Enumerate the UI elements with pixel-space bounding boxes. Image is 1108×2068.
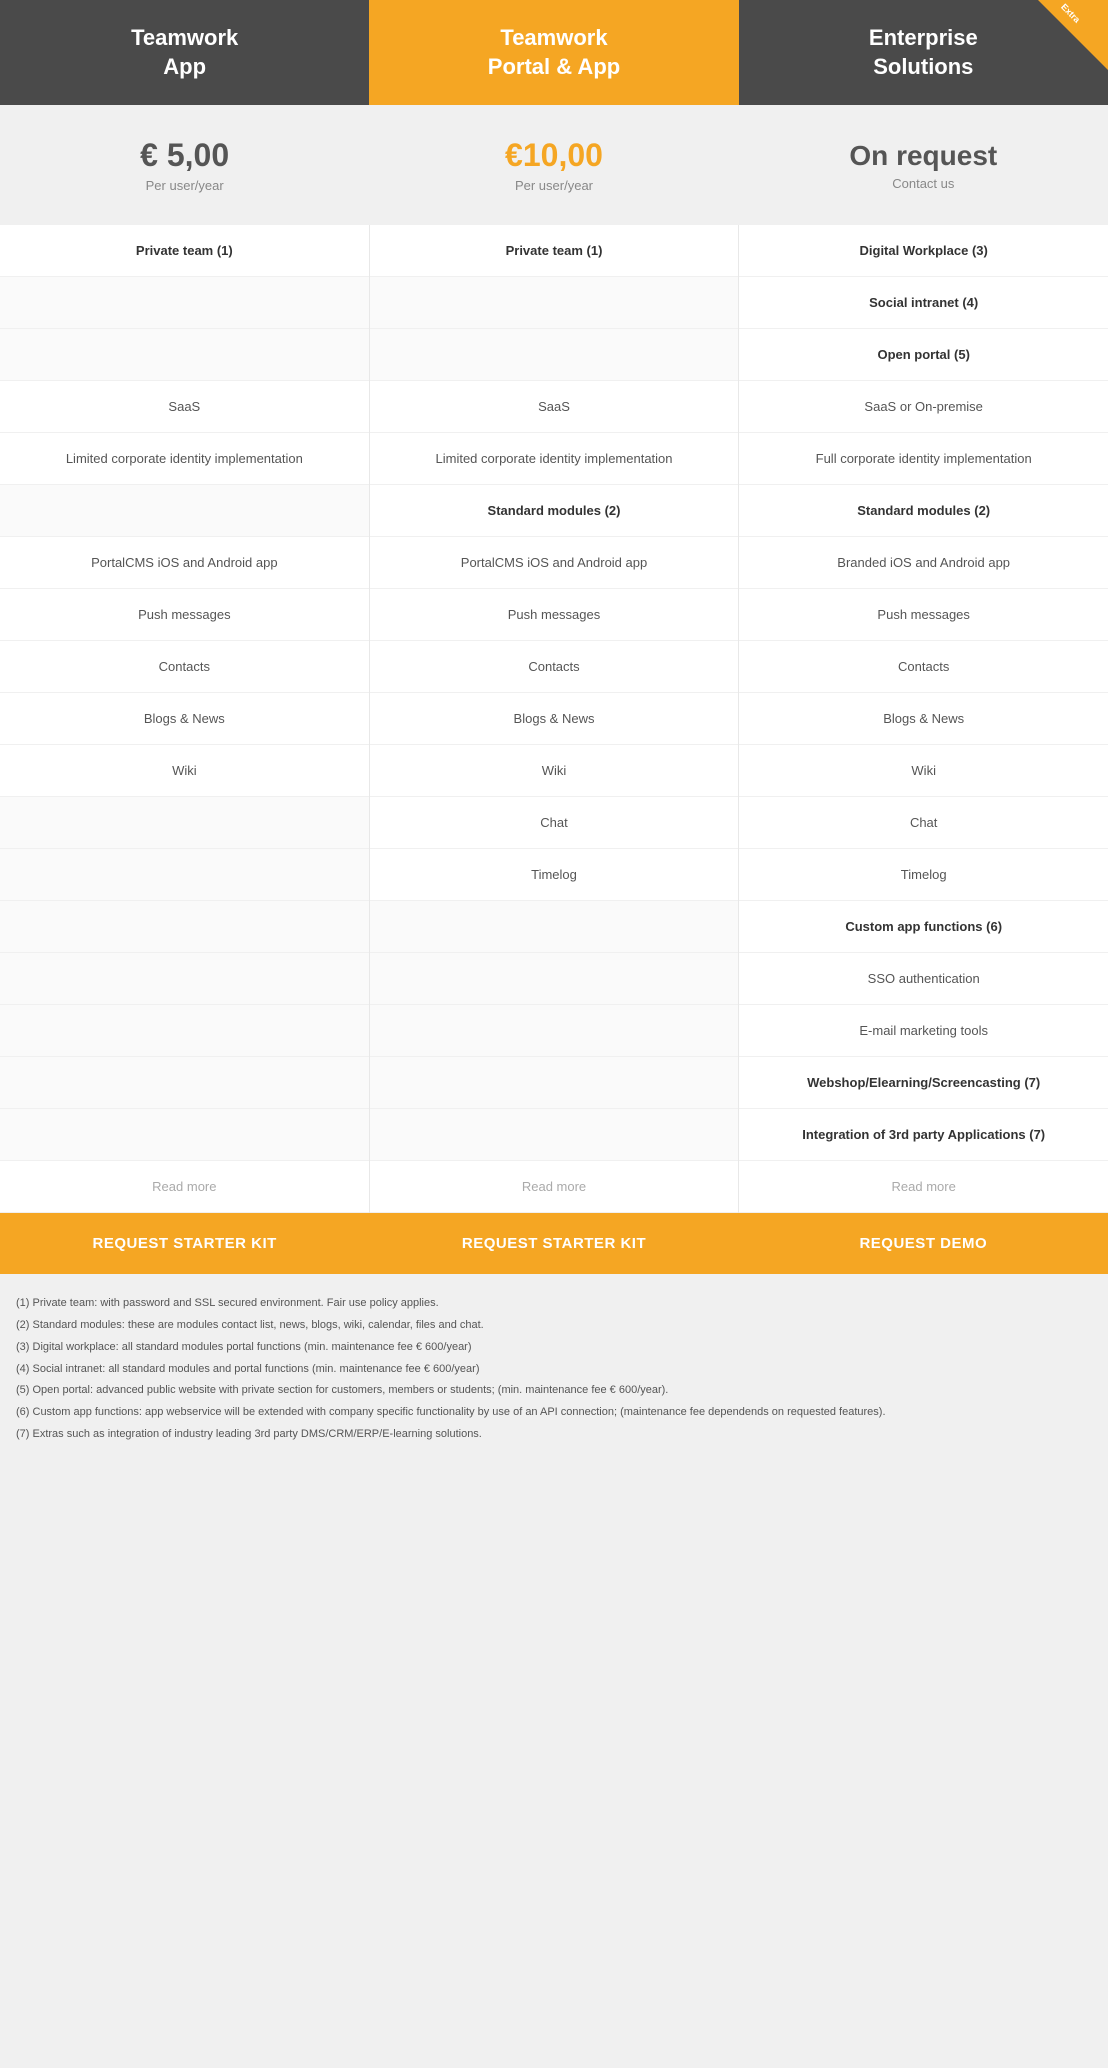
feature-row-empty [0, 797, 369, 849]
price-cell-1: € 5,00 Per user/year [0, 105, 369, 225]
header-enterprise-label: EnterpriseSolutions [869, 24, 978, 81]
footnotes: (1) Private team: with password and SSL … [0, 1274, 1108, 1467]
feature-row-empty [370, 953, 739, 1005]
feature-row-empty [370, 1057, 739, 1109]
feature-row-empty [0, 485, 369, 537]
price-row: € 5,00 Per user/year €10,00 Per user/yea… [0, 105, 1108, 225]
feature-row: Webshop/Elearning/Screencasting (7) [739, 1057, 1108, 1109]
feature-row: PortalCMS iOS and Android app [0, 537, 369, 589]
feature-row: Timelog [370, 849, 739, 901]
features-col-1: Private team (1) SaaS Limited corporate … [0, 225, 370, 1213]
header-portal-app-label: TeamworkPortal & App [488, 24, 620, 81]
footnote-4: (4) Social intranet: all standard module… [16, 1360, 1092, 1380]
header-teamwork-app-label: TeamworkApp [131, 24, 238, 81]
request-starter-kit-btn-2[interactable]: REQUEST STARTER KIT [369, 1213, 738, 1274]
features-section: Private team (1) SaaS Limited corporate … [0, 225, 1108, 1213]
btn-cell-1: REQUEST STARTER KIT [0, 1213, 369, 1274]
price-sub-3: Contact us [892, 176, 954, 191]
feature-row: SaaS [0, 381, 369, 433]
feature-row: Branded iOS and Android app [739, 537, 1108, 589]
price-amount-1: € 5,00 [140, 137, 229, 174]
feature-row-empty [370, 901, 739, 953]
feature-row: Full corporate identity implementation [739, 433, 1108, 485]
button-row: REQUEST STARTER KIT REQUEST STARTER KIT … [0, 1213, 1108, 1274]
feature-row-empty [370, 277, 739, 329]
feature-row: Contacts [739, 641, 1108, 693]
footnote-5: (5) Open portal: advanced public website… [16, 1381, 1092, 1401]
price-amount-3: On request [849, 140, 997, 172]
price-sub-1: Per user/year [146, 178, 224, 193]
footnote-6: (6) Custom app functions: app webservice… [16, 1403, 1092, 1423]
feature-row: Open portal (5) [739, 329, 1108, 381]
feature-row: Social intranet (4) [739, 277, 1108, 329]
feature-row: Chat [370, 797, 739, 849]
footnote-3: (3) Digital workplace: all standard modu… [16, 1338, 1092, 1358]
feature-row: Push messages [739, 589, 1108, 641]
corner-badge: Extra [1038, 0, 1108, 70]
feature-row: Private team (1) [0, 225, 369, 277]
feature-row-empty [370, 329, 739, 381]
feature-row: Contacts [0, 641, 369, 693]
feature-row-empty [0, 849, 369, 901]
feature-row-empty [0, 901, 369, 953]
footnote-7: (7) Extras such as integration of indust… [16, 1425, 1092, 1445]
feature-row: Standard modules (2) [370, 485, 739, 537]
feature-row: Integration of 3rd party Applications (7… [739, 1109, 1108, 1161]
feature-row: Wiki [370, 745, 739, 797]
feature-row: Wiki [739, 745, 1108, 797]
feature-row-empty [0, 1109, 369, 1161]
feature-row: Push messages [0, 589, 369, 641]
header-teamwork-app: TeamworkApp [0, 0, 369, 105]
feature-row: Blogs & News [370, 693, 739, 745]
feature-row-readmore[interactable]: Read more [739, 1161, 1108, 1213]
feature-row: PortalCMS iOS and Android app [370, 537, 739, 589]
feature-row-empty [0, 329, 369, 381]
feature-row-empty [0, 277, 369, 329]
price-cell-2: €10,00 Per user/year [369, 105, 738, 225]
feature-row: Push messages [370, 589, 739, 641]
request-starter-kit-btn-1[interactable]: REQUEST STARTER KIT [0, 1213, 369, 1274]
feature-row: Contacts [370, 641, 739, 693]
header-enterprise: EnterpriseSolutions Extra [739, 0, 1108, 105]
corner-badge-text: Extra [1045, 0, 1096, 39]
footnote-1: (1) Private team: with password and SSL … [16, 1294, 1092, 1314]
header-row: TeamworkApp TeamworkPortal & App Enterpr… [0, 0, 1108, 105]
feature-row-empty [0, 1005, 369, 1057]
feature-row: SSO authentication [739, 953, 1108, 1005]
price-amount-2: €10,00 [505, 137, 603, 174]
feature-row: E-mail marketing tools [739, 1005, 1108, 1057]
feature-row: Private team (1) [370, 225, 739, 277]
feature-row: Limited corporate identity implementatio… [0, 433, 369, 485]
btn-cell-2: REQUEST STARTER KIT [369, 1213, 738, 1274]
feature-row: Limited corporate identity implementatio… [370, 433, 739, 485]
request-demo-btn[interactable]: REQUEST DEMO [739, 1213, 1108, 1274]
btn-cell-3: REQUEST DEMO [739, 1213, 1108, 1274]
feature-row: SaaS [370, 381, 739, 433]
price-sub-2: Per user/year [515, 178, 593, 193]
price-cell-3: On request Contact us [739, 105, 1108, 225]
feature-row-readmore[interactable]: Read more [0, 1161, 369, 1213]
feature-row: Blogs & News [739, 693, 1108, 745]
feature-row: Standard modules (2) [739, 485, 1108, 537]
feature-row-empty [0, 1057, 369, 1109]
pricing-table: TeamworkApp TeamworkPortal & App Enterpr… [0, 0, 1108, 1467]
feature-row: SaaS or On-premise [739, 381, 1108, 433]
feature-row: Chat [739, 797, 1108, 849]
features-col-3: Digital Workplace (3) Social intranet (4… [739, 225, 1108, 1213]
feature-row: Digital Workplace (3) [739, 225, 1108, 277]
feature-row: Custom app functions (6) [739, 901, 1108, 953]
feature-row: Blogs & News [0, 693, 369, 745]
feature-row-empty [0, 953, 369, 1005]
feature-row: Timelog [739, 849, 1108, 901]
feature-row-empty [370, 1005, 739, 1057]
footnote-2: (2) Standard modules: these are modules … [16, 1316, 1092, 1336]
feature-row: Wiki [0, 745, 369, 797]
features-col-2: Private team (1) SaaS Limited corporate … [370, 225, 740, 1213]
header-portal-app: TeamworkPortal & App [369, 0, 738, 105]
feature-row-empty [370, 1109, 739, 1161]
feature-row-readmore[interactable]: Read more [370, 1161, 739, 1213]
